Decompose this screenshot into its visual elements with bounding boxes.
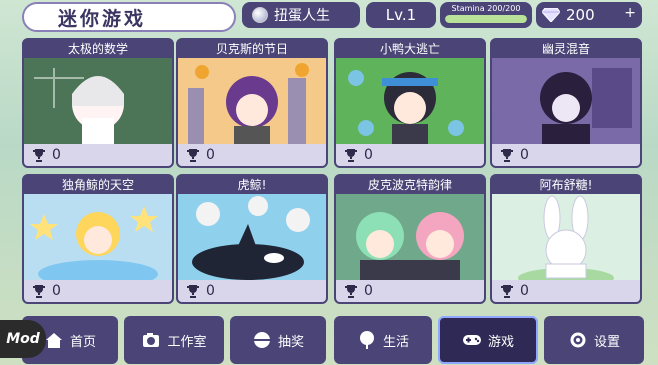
game-title: 阿布舒糖! — [539, 178, 593, 192]
gem-counter[interactable]: 200 + — [536, 2, 642, 28]
game-score: 0 — [24, 144, 172, 166]
game-card-narwhal-sky[interactable]: 独角鲸的天空 0 — [22, 174, 174, 304]
home-icon — [45, 333, 62, 348]
game-title: 小鸭大逃亡 — [379, 42, 440, 56]
gacha-life-button[interactable]: 扭蛋人生 — [242, 2, 360, 28]
trophy-icon — [33, 149, 45, 162]
game-title: 皮克波克特韵律 — [367, 178, 452, 192]
game-art — [492, 194, 640, 286]
top-bar: 迷你游戏 扭蛋人生 Lv.1 Stamina 200/200 200 + — [0, 0, 658, 34]
game-card-duck-escape[interactable]: 小鸭大逃亡 0 — [334, 38, 486, 168]
nav-label: 工作室 — [167, 334, 207, 350]
game-title: 贝克斯的节日 — [215, 42, 288, 56]
game-title: 太极的数学 — [67, 42, 128, 56]
trophy-icon — [187, 285, 199, 298]
diamond-icon — [542, 8, 560, 22]
game-title: 虎鲸! — [237, 178, 267, 192]
gamepad-icon — [462, 335, 481, 345]
nav-label: 生活 — [382, 334, 409, 350]
score-value: 0 — [364, 147, 373, 163]
game-score: 0 — [336, 144, 484, 166]
game-art — [492, 58, 640, 150]
nav-label: 抽奖 — [277, 334, 304, 350]
game-art — [24, 194, 172, 286]
game-score: 0 — [178, 280, 326, 302]
game-title: 独角鲸的天空 — [61, 178, 134, 192]
score-value: 0 — [52, 283, 61, 299]
page-title-text: 迷你游戏 — [58, 7, 147, 30]
nav-label: 游戏 — [487, 334, 514, 350]
score-value: 0 — [206, 283, 215, 299]
game-score: 0 — [492, 144, 640, 166]
gear-icon — [570, 332, 586, 348]
score-value: 0 — [520, 283, 529, 299]
trophy-icon — [345, 149, 357, 162]
add-gems-button[interactable]: + — [624, 5, 636, 21]
stamina-fill — [445, 15, 527, 23]
nav-studio[interactable]: 工作室 — [124, 316, 224, 364]
trophy-icon — [345, 285, 357, 298]
game-score: 0 — [24, 280, 172, 302]
game-art — [24, 58, 172, 150]
nav-label: 首页 — [69, 334, 96, 350]
camera-icon — [143, 333, 160, 347]
game-title: 幽灵混音 — [541, 42, 590, 56]
game-card-taiji-math[interactable]: 太极的数学 0 — [22, 38, 174, 168]
page-title: 迷你游戏 — [22, 2, 236, 32]
stamina-label: Stamina 200/200 — [451, 4, 521, 13]
bottom-nav: 首页 工作室 抽奖 生活 游戏 设置 — [0, 316, 658, 365]
game-art — [178, 194, 326, 286]
game-card-abu-sugar[interactable]: 阿布舒糖! 0 — [490, 174, 642, 304]
gacha-ball-icon — [252, 7, 268, 23]
score-value: 0 — [206, 147, 215, 163]
trophy-icon — [187, 149, 199, 162]
game-card-ghost-remix[interactable]: 幽灵混音 0 — [490, 38, 642, 168]
nav-games[interactable]: 游戏 — [438, 316, 538, 364]
game-art — [336, 58, 484, 150]
score-value: 0 — [52, 147, 61, 163]
game-card-orca[interactable]: 虎鲸! 0 — [176, 174, 328, 304]
tree-icon — [359, 331, 374, 349]
game-art — [178, 58, 326, 150]
score-value: 0 — [520, 147, 529, 163]
score-value: 0 — [364, 283, 373, 299]
game-card-beks-holiday[interactable]: 贝克斯的节日 0 — [176, 38, 328, 168]
nav-settings[interactable]: 设置 — [544, 316, 644, 364]
trophy-icon — [33, 285, 45, 298]
nav-label: 设置 — [593, 334, 620, 350]
trophy-icon — [501, 149, 513, 162]
game-score: 0 — [178, 144, 326, 166]
game-art — [336, 194, 484, 286]
level-text: Lv.1 — [385, 6, 417, 24]
gem-count: 200 — [566, 6, 595, 24]
game-score: 0 — [336, 280, 484, 302]
trophy-icon — [501, 285, 513, 298]
mod-badge: Mod — [0, 320, 46, 358]
gacha-icon — [253, 332, 270, 348]
level-badge: Lv.1 — [366, 2, 436, 28]
stamina-meter: Stamina 200/200 — [440, 2, 532, 28]
stamina-track — [445, 15, 527, 23]
nav-gacha[interactable]: 抽奖 — [230, 316, 326, 364]
nav-life[interactable]: 生活 — [334, 316, 432, 364]
game-score: 0 — [492, 280, 640, 302]
game-card-pickpocket-rhythm[interactable]: 皮克波克特韵律 0 — [334, 174, 486, 304]
gacha-life-label: 扭蛋人生 — [274, 8, 330, 24]
